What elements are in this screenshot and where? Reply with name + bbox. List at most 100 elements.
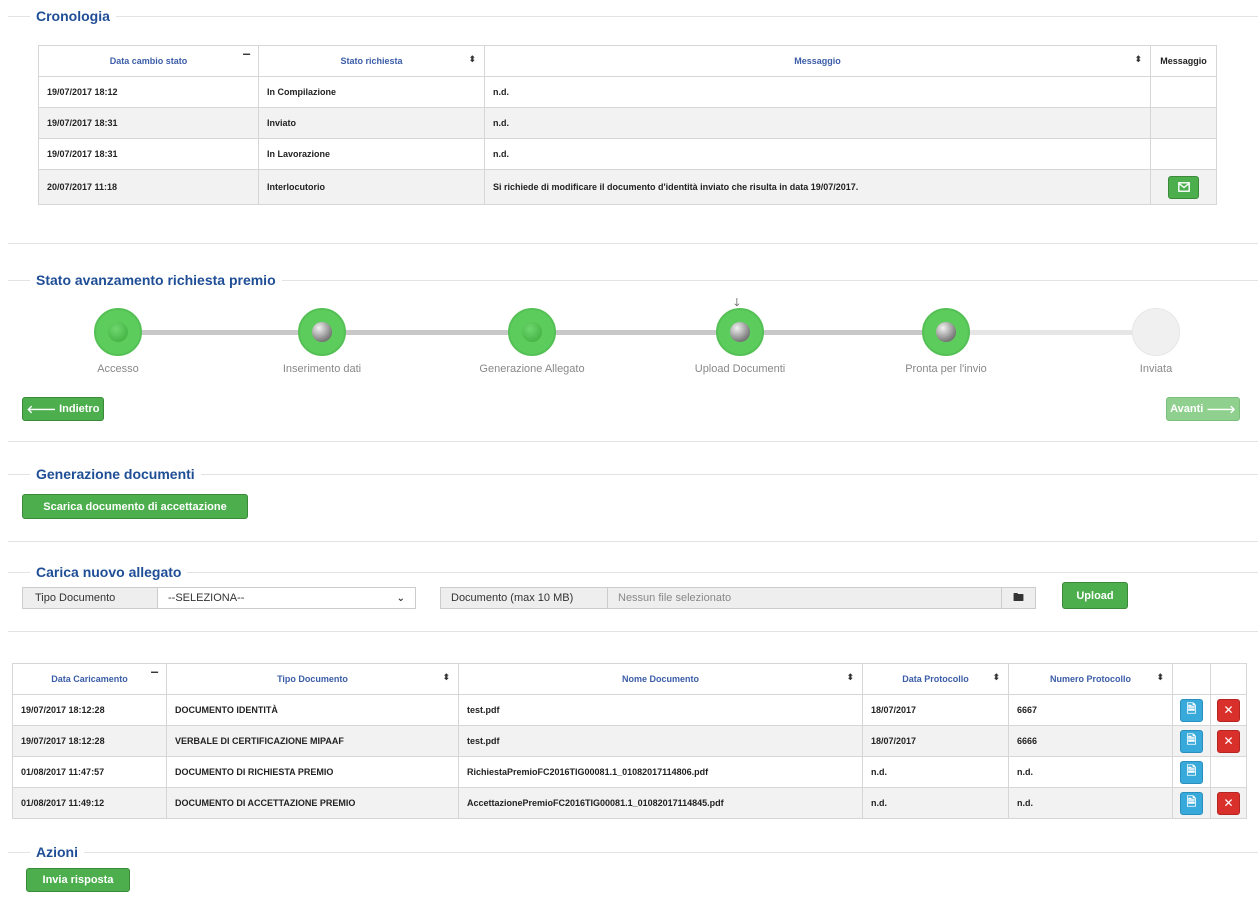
documento-group: Documento (max 10 MB) Nessun file selezi… (440, 587, 1036, 609)
table-row: 19/07/2017 18:31 In Lavorazione n.d. (38, 138, 1217, 170)
col-header-delete (1210, 663, 1247, 695)
table-row: 01/08/2017 11:47:57 DOCUMENTO DI RICHIES… (12, 756, 1247, 788)
azioni-legend: Azioni (30, 843, 84, 861)
folder-icon: 🖿 (1013, 591, 1024, 604)
cell-numero-protocollo: 6667 (1008, 694, 1173, 726)
next-button[interactable]: Avanti 🡒 (1166, 397, 1240, 421)
cell-data-protocollo: n.d. (862, 756, 1009, 788)
col-header-nome-documento[interactable]: Nome Documento ⬍ (458, 663, 863, 695)
cell-nome: test.pdf (458, 694, 863, 726)
delete-document-button[interactable]: ✕ (1217, 698, 1240, 722)
cell-nome: test.pdf (458, 725, 863, 757)
avanzamento-legend: Stato avanzamento richiesta premio (30, 271, 282, 289)
cell-numero-protocollo: n.d. (1008, 756, 1173, 788)
view-document-button[interactable]: 🗎 (1180, 760, 1203, 784)
cell-messaggio: n.d. (484, 138, 1151, 170)
cell-date: 19/07/2017 18:12:28 (12, 725, 167, 757)
table-row: 19/07/2017 18:31 Inviato n.d. (38, 107, 1217, 139)
upload-button[interactable]: Upload (1062, 582, 1128, 609)
cell-data-protocollo: n.d. (862, 787, 1009, 819)
col-header-messaggio[interactable]: Messaggio ⬍ (484, 45, 1151, 77)
download-acceptance-button[interactable]: Scarica documento di accettazione (22, 494, 248, 519)
cell-date: 19/07/2017 18:12:28 (12, 694, 167, 726)
back-button[interactable]: 🡐 Indietro (22, 397, 104, 421)
step-label: Upload Documenti (694, 363, 786, 375)
cell-date: 01/08/2017 11:49:12 (12, 787, 167, 819)
step-inviata (1132, 308, 1180, 356)
col-header-view (1172, 663, 1211, 695)
sort-both-icon: ⬍ (992, 672, 1000, 682)
sort-both-icon: ⬍ (468, 54, 476, 64)
cell-tipo: DOCUMENTO DI RICHIESTA PREMIO (166, 756, 459, 788)
view-document-button[interactable]: 🗎 (1180, 791, 1203, 815)
col-header-numero-protocollo[interactable]: Numero Protocollo ⬍ (1008, 663, 1173, 695)
step-label: Generazione Allegato (479, 363, 585, 375)
step-generazione-allegato (508, 308, 556, 356)
file-icon: 🗎 (1186, 763, 1197, 778)
cell-messaggio: n.d. (484, 107, 1151, 139)
sort-asc-icon: ▔ (151, 672, 158, 682)
step-label: Pronta per l'invio (905, 363, 987, 375)
close-icon: ✕ (1223, 796, 1234, 810)
table-row: 19/07/2017 18:12:28 DOCUMENTO IDENTITÀ t… (12, 694, 1247, 726)
cronologia-table: Data cambio stato ▔ Stato richiesta ⬍ Me… (38, 45, 1217, 205)
sort-both-icon: ⬍ (1134, 54, 1142, 64)
step-label: Accesso (97, 363, 139, 375)
view-message-button[interactable] (1168, 175, 1199, 199)
step-pronta-per-invio (922, 308, 970, 356)
cell-date: 19/07/2017 18:31 (38, 107, 259, 139)
step-accesso (94, 308, 142, 356)
cell-action (1150, 169, 1217, 205)
close-icon: ✕ (1223, 734, 1234, 748)
col-header-data-cambio-stato[interactable]: Data cambio stato ▔ (38, 45, 259, 77)
table-header-row: Data cambio stato ▔ Stato richiesta ⬍ Me… (38, 45, 1217, 77)
tipo-documento-select[interactable]: --SELEZIONA-- ⌄ (158, 587, 416, 609)
table-row: 19/07/2017 18:12:28 VERBALE DI CERTIFICA… (12, 725, 1247, 757)
cell-messaggio: Si richiede di modificare il documento d… (484, 169, 1151, 205)
col-header-data-protocollo[interactable]: Data Protocollo ⬍ (862, 663, 1009, 695)
col-header-stato-richiesta[interactable]: Stato richiesta ⬍ (258, 45, 485, 77)
table-row: 19/07/2017 18:12 In Compilazione n.d. (38, 76, 1217, 108)
cell-data-protocollo: 18/07/2017 (862, 694, 1009, 726)
table-row: 20/07/2017 11:18 Interlocutorio Si richi… (38, 169, 1217, 205)
cell-nome: AccettazionePremioFC2016TIG00081.1_01082… (458, 787, 863, 819)
arrow-right-icon: 🡒 (1206, 404, 1236, 416)
azioni-section: Azioni (8, 843, 1258, 912)
cell-date: 19/07/2017 18:12 (38, 76, 259, 108)
tipo-documento-group: Tipo Documento --SELEZIONA-- ⌄ (22, 587, 416, 609)
close-icon: ✕ (1223, 703, 1234, 717)
view-document-button[interactable]: 🗎 (1180, 729, 1203, 753)
view-document-button[interactable]: 🗎 (1180, 698, 1203, 722)
table-row: 01/08/2017 11:49:12 DOCUMENTO DI ACCETTA… (12, 787, 1247, 819)
cell-tipo: DOCUMENTO IDENTITÀ (166, 694, 459, 726)
browse-file-button[interactable]: 🖿 (1002, 587, 1036, 609)
progress-line-todo (946, 330, 1156, 335)
cell-nome: RichiestaPremioFC2016TIG00081.1_01082017… (458, 756, 863, 788)
documento-label: Documento (max 10 MB) (440, 587, 608, 609)
col-header-data-caricamento[interactable]: Data Caricamento ▔ (12, 663, 167, 695)
cell-date: 19/07/2017 18:31 (38, 138, 259, 170)
documento-file-field[interactable]: Nessun file selezionato (608, 587, 1002, 609)
step-label: Inviata (1139, 363, 1173, 375)
file-icon: 🗎 (1186, 701, 1197, 716)
col-header-messaggio-action: Messaggio (1150, 45, 1217, 77)
delete-document-button[interactable]: ✕ (1217, 729, 1240, 753)
cell-stato: In Lavorazione (258, 138, 485, 170)
cell-action (1150, 107, 1217, 139)
cell-numero-protocollo: 6666 (1008, 725, 1173, 757)
cronologia-legend: Cronologia (30, 7, 116, 25)
send-response-button[interactable]: Invia risposta (26, 868, 130, 892)
file-icon: 🗎 (1186, 794, 1197, 809)
envelope-icon (1177, 182, 1190, 192)
cell-data-protocollo: 18/07/2017 (862, 725, 1009, 757)
step-upload-documenti (716, 308, 764, 356)
col-header-tipo-documento[interactable]: Tipo Documento ⬍ (166, 663, 459, 695)
delete-document-button[interactable]: ✕ (1217, 791, 1240, 815)
cell-date: 01/08/2017 11:47:57 (12, 756, 167, 788)
sort-both-icon: ⬍ (442, 672, 450, 682)
sort-both-icon: ⬍ (1156, 672, 1164, 682)
generazione-legend: Generazione documenti (30, 465, 201, 483)
cell-tipo: VERBALE DI CERTIFICAZIONE MIPAAF (166, 725, 459, 757)
cell-messaggio: n.d. (484, 76, 1151, 108)
step-label: Inserimento dati (282, 363, 362, 375)
